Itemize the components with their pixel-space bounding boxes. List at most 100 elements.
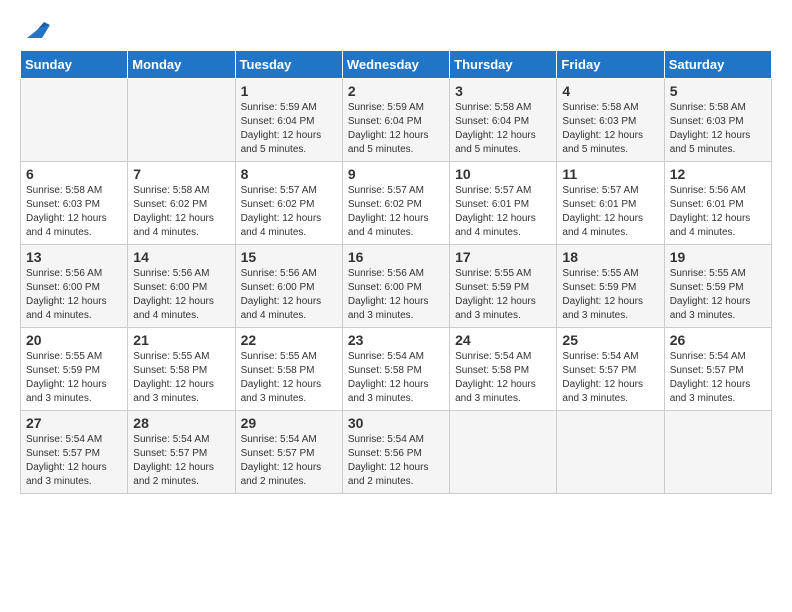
day-info: Sunrise: 5:58 AM Sunset: 6:03 PM Dayligh…: [670, 101, 766, 157]
day-info: Sunrise: 5:54 AM Sunset: 5:57 PM Dayligh…: [562, 350, 658, 406]
day-number: 2: [348, 83, 444, 99]
day-number: 28: [133, 415, 229, 431]
calendar-cell: 8 Sunrise: 5:57 AM Sunset: 6:02 PM Daylig…: [235, 162, 342, 245]
day-number: 15: [241, 249, 337, 265]
page-header: [20, 20, 772, 40]
day-info: Sunrise: 5:55 AM Sunset: 5:58 PM Dayligh…: [241, 350, 337, 406]
calendar-header: SundayMondayTuesdayWednesdayThursdayFrid…: [21, 51, 772, 79]
day-info: Sunrise: 5:56 AM Sunset: 6:00 PM Dayligh…: [241, 267, 337, 323]
calendar-cell: 12 Sunrise: 5:56 AM Sunset: 6:01 PM Dayli…: [664, 162, 771, 245]
calendar-cell: 29 Sunrise: 5:54 AM Sunset: 5:57 PM Dayli…: [235, 411, 342, 494]
day-number: 8: [241, 166, 337, 182]
calendar-cell: 5 Sunrise: 5:58 AM Sunset: 6:03 PM Daylig…: [664, 79, 771, 162]
calendar-cell: 22 Sunrise: 5:55 AM Sunset: 5:58 PM Dayli…: [235, 328, 342, 411]
day-info: Sunrise: 5:58 AM Sunset: 6:03 PM Dayligh…: [562, 101, 658, 157]
day-info: Sunrise: 5:54 AM Sunset: 5:56 PM Dayligh…: [348, 433, 444, 489]
day-number: 18: [562, 249, 658, 265]
day-number: 14: [133, 249, 229, 265]
header-friday: Friday: [557, 51, 664, 79]
day-number: 30: [348, 415, 444, 431]
day-info: Sunrise: 5:54 AM Sunset: 5:57 PM Dayligh…: [26, 433, 122, 489]
day-number: 9: [348, 166, 444, 182]
calendar-cell: 15 Sunrise: 5:56 AM Sunset: 6:00 PM Dayli…: [235, 245, 342, 328]
day-number: 1: [241, 83, 337, 99]
day-number: 12: [670, 166, 766, 182]
calendar-cell: [21, 79, 128, 162]
week-row-4: 20 Sunrise: 5:55 AM Sunset: 5:59 PM Dayli…: [21, 328, 772, 411]
header-saturday: Saturday: [664, 51, 771, 79]
day-info: Sunrise: 5:55 AM Sunset: 5:59 PM Dayligh…: [670, 267, 766, 323]
calendar-table: SundayMondayTuesdayWednesdayThursdayFrid…: [20, 50, 772, 494]
calendar-cell: 9 Sunrise: 5:57 AM Sunset: 6:02 PM Daylig…: [342, 162, 449, 245]
day-number: 17: [455, 249, 551, 265]
day-number: 4: [562, 83, 658, 99]
calendar-cell: 4 Sunrise: 5:58 AM Sunset: 6:03 PM Daylig…: [557, 79, 664, 162]
day-number: 10: [455, 166, 551, 182]
day-number: 27: [26, 415, 122, 431]
calendar-cell: 7Sunrise: 5:58 AM Sunset: 6:02 PM Daylig…: [128, 162, 235, 245]
calendar-cell: 1 Sunrise: 5:59 AM Sunset: 6:04 PM Daylig…: [235, 79, 342, 162]
calendar-cell: 25 Sunrise: 5:54 AM Sunset: 5:57 PM Dayli…: [557, 328, 664, 411]
calendar-cell: 23Sunrise: 5:54 AM Sunset: 5:58 PM Dayli…: [342, 328, 449, 411]
calendar-cell: 24 Sunrise: 5:54 AM Sunset: 5:58 PM Dayli…: [450, 328, 557, 411]
day-number: 23: [348, 332, 444, 348]
day-number: 22: [241, 332, 337, 348]
calendar-cell: [664, 411, 771, 494]
header-sunday: Sunday: [21, 51, 128, 79]
day-info: Sunrise: 5:56 AM Sunset: 6:00 PM Dayligh…: [26, 267, 122, 323]
day-info: Sunrise: 5:56 AM Sunset: 6:00 PM Dayligh…: [348, 267, 444, 323]
calendar-cell: 2Sunrise: 5:59 AM Sunset: 6:04 PM Daylig…: [342, 79, 449, 162]
calendar-cell: 17 Sunrise: 5:55 AM Sunset: 5:59 PM Dayli…: [450, 245, 557, 328]
day-number: 21: [133, 332, 229, 348]
week-row-5: 27 Sunrise: 5:54 AM Sunset: 5:57 PM Dayli…: [21, 411, 772, 494]
day-number: 29: [241, 415, 337, 431]
calendar-cell: 19 Sunrise: 5:55 AM Sunset: 5:59 PM Dayli…: [664, 245, 771, 328]
day-info: Sunrise: 5:54 AM Sunset: 5:58 PM Dayligh…: [455, 350, 551, 406]
week-row-2: 6 Sunrise: 5:58 AM Sunset: 6:03 PM Daylig…: [21, 162, 772, 245]
calendar-cell: 20 Sunrise: 5:55 AM Sunset: 5:59 PM Dayli…: [21, 328, 128, 411]
day-info: Sunrise: 5:57 AM Sunset: 6:02 PM Dayligh…: [348, 184, 444, 240]
header-monday: Monday: [128, 51, 235, 79]
day-info: Sunrise: 5:58 AM Sunset: 6:02 PM Dayligh…: [133, 184, 229, 240]
day-number: 13: [26, 249, 122, 265]
calendar-cell: 10 Sunrise: 5:57 AM Sunset: 6:01 PM Dayli…: [450, 162, 557, 245]
calendar-cell: 11Sunrise: 5:57 AM Sunset: 6:01 PM Dayli…: [557, 162, 664, 245]
day-info: Sunrise: 5:58 AM Sunset: 6:03 PM Dayligh…: [26, 184, 122, 240]
day-info: Sunrise: 5:54 AM Sunset: 5:57 PM Dayligh…: [241, 433, 337, 489]
day-number: 26: [670, 332, 766, 348]
day-info: Sunrise: 5:55 AM Sunset: 5:59 PM Dayligh…: [26, 350, 122, 406]
day-number: 25: [562, 332, 658, 348]
week-row-3: 13 Sunrise: 5:56 AM Sunset: 6:00 PM Dayli…: [21, 245, 772, 328]
calendar-cell: 30 Sunrise: 5:54 AM Sunset: 5:56 PM Dayli…: [342, 411, 449, 494]
logo: [20, 20, 52, 40]
day-info: Sunrise: 5:55 AM Sunset: 5:58 PM Dayligh…: [133, 350, 229, 406]
day-info: Sunrise: 5:54 AM Sunset: 5:57 PM Dayligh…: [133, 433, 229, 489]
day-number: 3: [455, 83, 551, 99]
day-number: 5: [670, 83, 766, 99]
day-info: Sunrise: 5:55 AM Sunset: 5:59 PM Dayligh…: [455, 267, 551, 323]
day-info: Sunrise: 5:58 AM Sunset: 6:04 PM Dayligh…: [455, 101, 551, 157]
day-info: Sunrise: 5:57 AM Sunset: 6:01 PM Dayligh…: [562, 184, 658, 240]
day-number: 19: [670, 249, 766, 265]
day-number: 6: [26, 166, 122, 182]
day-number: 24: [455, 332, 551, 348]
day-info: Sunrise: 5:59 AM Sunset: 6:04 PM Dayligh…: [241, 101, 337, 157]
calendar-cell: 14 Sunrise: 5:56 AM Sunset: 6:00 PM Dayli…: [128, 245, 235, 328]
day-info: Sunrise: 5:56 AM Sunset: 6:01 PM Dayligh…: [670, 184, 766, 240]
calendar-cell: 16 Sunrise: 5:56 AM Sunset: 6:00 PM Dayli…: [342, 245, 449, 328]
day-info: Sunrise: 5:55 AM Sunset: 5:59 PM Dayligh…: [562, 267, 658, 323]
calendar-cell: [450, 411, 557, 494]
day-number: 20: [26, 332, 122, 348]
day-number: 16: [348, 249, 444, 265]
calendar-cell: 27 Sunrise: 5:54 AM Sunset: 5:57 PM Dayli…: [21, 411, 128, 494]
calendar-cell: [128, 79, 235, 162]
day-info: Sunrise: 5:54 AM Sunset: 5:57 PM Dayligh…: [670, 350, 766, 406]
calendar-cell: 18 Sunrise: 5:55 AM Sunset: 5:59 PM Dayli…: [557, 245, 664, 328]
calendar-body: 1 Sunrise: 5:59 AM Sunset: 6:04 PM Daylig…: [21, 79, 772, 494]
day-info: Sunrise: 5:56 AM Sunset: 6:00 PM Dayligh…: [133, 267, 229, 323]
day-info: Sunrise: 5:57 AM Sunset: 6:02 PM Dayligh…: [241, 184, 337, 240]
header-tuesday: Tuesday: [235, 51, 342, 79]
logo-icon: [22, 20, 52, 40]
calendar-cell: 13 Sunrise: 5:56 AM Sunset: 6:00 PM Dayli…: [21, 245, 128, 328]
day-info: Sunrise: 5:57 AM Sunset: 6:01 PM Dayligh…: [455, 184, 551, 240]
